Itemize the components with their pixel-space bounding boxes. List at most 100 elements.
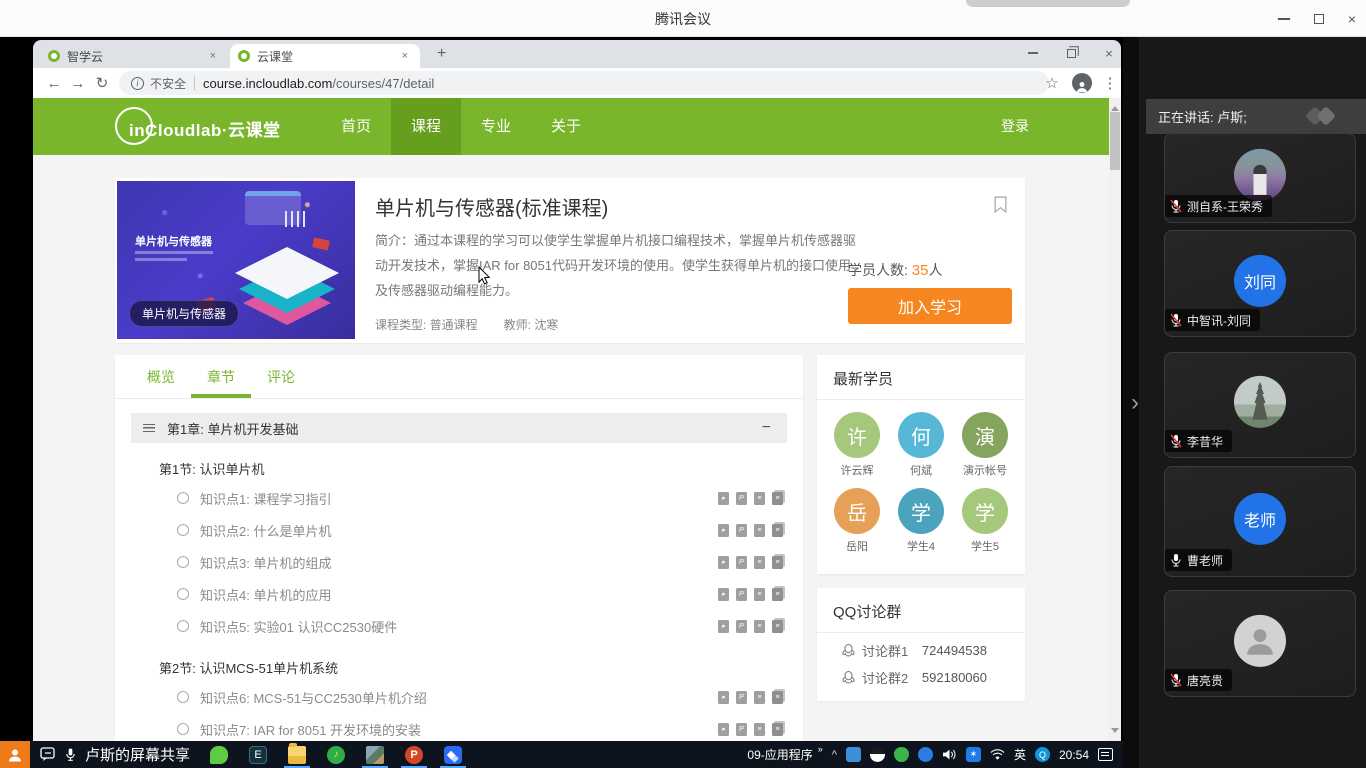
tencent-meeting-icon[interactable] xyxy=(440,742,466,767)
doc-file-icon[interactable] xyxy=(754,524,765,537)
taskbar-group-label[interactable]: 09-应用程序» xyxy=(747,746,822,763)
menu-dots-icon[interactable]: ⋮ xyxy=(1099,72,1121,94)
participant-video-tile[interactable]: 刘同 中智讯-刘同 xyxy=(1164,230,1356,337)
tab-close-icon[interactable]: × xyxy=(206,48,220,64)
new-tab-button[interactable]: + xyxy=(431,45,452,63)
student-avatar[interactable]: 学 xyxy=(962,488,1008,534)
browser-minimize-button[interactable] xyxy=(1018,40,1048,66)
minimize-icon[interactable] xyxy=(1278,18,1290,20)
ppt-file-icon[interactable] xyxy=(736,588,747,601)
video-file-icon[interactable] xyxy=(718,524,729,537)
ppt-file-icon[interactable] xyxy=(736,691,747,704)
knowledge-point-label[interactable]: 知识点3: 单片机的组成 xyxy=(200,553,331,572)
student-avatar[interactable]: 何 xyxy=(898,412,944,458)
student-item[interactable]: 学 学生4 xyxy=(889,488,953,554)
student-item[interactable]: 学 学生5 xyxy=(953,488,1017,554)
browser-close-button[interactable]: × xyxy=(1094,40,1121,66)
file-explorer-icon[interactable] xyxy=(284,742,310,767)
share-mic-icon[interactable] xyxy=(64,747,77,762)
nav-item-courses[interactable]: 课程 xyxy=(391,98,461,155)
browser-tab-zhixueyun[interactable]: 智学云 × xyxy=(40,44,228,68)
wechat-icon[interactable] xyxy=(206,742,232,767)
scroll-down-icon[interactable] xyxy=(1111,728,1119,737)
tab-comments[interactable]: 评论 xyxy=(251,355,311,398)
quiz-file-icon[interactable] xyxy=(772,492,783,505)
site-logo-text[interactable]: inCloudlab·云课堂 xyxy=(129,116,280,141)
student-item[interactable]: 岳 岳阳 xyxy=(825,488,889,554)
student-item[interactable]: 许 许云辉 xyxy=(825,412,889,478)
ppt-file-icon[interactable] xyxy=(736,723,747,736)
doc-file-icon[interactable] xyxy=(754,620,765,633)
back-icon[interactable]: ← xyxy=(43,72,65,94)
video-file-icon[interactable] xyxy=(718,492,729,505)
knowledge-point-label[interactable]: 知识点6: MCS-51与CC2530单片机介绍 xyxy=(200,688,427,707)
ppt-file-icon[interactable] xyxy=(736,492,747,505)
doc-file-icon[interactable] xyxy=(754,723,765,736)
student-item[interactable]: 演 演示帐号 xyxy=(953,412,1017,478)
browser-tab-yunketang[interactable]: 云课堂 × xyxy=(230,44,420,68)
chapter-header[interactable]: 第1章: 单片机开发基础 − xyxy=(131,413,787,443)
student-item[interactable]: 何 何斌 xyxy=(889,412,953,478)
notification-center-icon[interactable] xyxy=(1098,748,1113,761)
volume-icon[interactable] xyxy=(942,748,957,761)
qq-browser-tray-icon[interactable]: Q xyxy=(1035,747,1050,762)
qq-group-name[interactable]: 讨论群1 xyxy=(862,641,908,660)
tray-expand-icon[interactable]: ^ xyxy=(832,749,837,761)
student-avatar[interactable]: 岳 xyxy=(834,488,880,534)
doc-file-icon[interactable] xyxy=(754,588,765,601)
wifi-icon[interactable] xyxy=(990,749,1005,761)
taskbar-clock[interactable]: 20:54 xyxy=(1059,748,1089,762)
knowledge-point-label[interactable]: 知识点5: 实验01 认识CC2530硬件 xyxy=(200,617,397,636)
share-chat-icon[interactable] xyxy=(40,747,56,762)
student-avatar[interactable]: 许 xyxy=(834,412,880,458)
qq-tray-icon[interactable] xyxy=(870,747,885,762)
ime-language-indicator[interactable]: 英 xyxy=(1014,746,1026,763)
editor-app-icon[interactable]: E xyxy=(245,742,271,767)
bookmark-icon[interactable] xyxy=(994,196,1007,213)
quiz-file-icon[interactable] xyxy=(772,524,783,537)
student-avatar[interactable]: 学 xyxy=(898,488,944,534)
music-app-icon[interactable]: ♪ xyxy=(323,742,349,767)
nav-item-home[interactable]: 首页 xyxy=(321,98,391,155)
forward-icon[interactable]: → xyxy=(67,72,89,94)
student-avatar[interactable]: 演 xyxy=(962,412,1008,458)
participant-video-tile[interactable]: 李昔华 xyxy=(1164,352,1356,458)
tim-tray-icon[interactable]: ✶ xyxy=(966,747,981,762)
course-cover-image[interactable]: 单片机与传感器 单片机与传感器 xyxy=(117,181,355,339)
video-file-icon[interactable] xyxy=(718,556,729,569)
knowledge-point-label[interactable]: 知识点7: IAR for 8051 开发环境的安装 xyxy=(200,720,421,739)
ppt-file-icon[interactable] xyxy=(736,524,747,537)
panel-collapse-icon[interactable]: › xyxy=(1131,389,1139,417)
qq-group-name[interactable]: 讨论群2 xyxy=(862,668,908,687)
scrollbar-thumb[interactable] xyxy=(1110,112,1120,170)
video-file-icon[interactable] xyxy=(718,588,729,601)
join-course-button[interactable]: 加入学习 xyxy=(848,288,1012,324)
page-info-icon[interactable]: i xyxy=(131,77,144,90)
screen-share-person-icon[interactable] xyxy=(0,741,30,768)
quiz-file-icon[interactable] xyxy=(772,620,783,633)
collapse-icon[interactable]: − xyxy=(758,419,775,437)
close-icon[interactable]: × xyxy=(1348,12,1356,26)
video-file-icon[interactable] xyxy=(718,620,729,633)
participant-video-tile[interactable]: 老师 曹老师 xyxy=(1164,466,1356,577)
nav-item-about[interactable]: 关于 xyxy=(531,98,601,155)
quiz-file-icon[interactable] xyxy=(772,691,783,704)
url-input[interactable]: i 不安全 course.incloudlab.com /courses/47/… xyxy=(119,71,1049,95)
powerpoint-icon[interactable]: P xyxy=(401,742,427,767)
doc-file-icon[interactable] xyxy=(754,556,765,569)
participant-video-tile[interactable]: 测自系-王荣秀 xyxy=(1164,133,1356,223)
tab-chapters[interactable]: 章节 xyxy=(191,355,251,398)
browser-restore-button[interactable] xyxy=(1056,40,1086,66)
bookmark-star-icon[interactable]: ☆ xyxy=(1041,72,1063,94)
quiz-file-icon[interactable] xyxy=(772,723,783,736)
video-file-icon[interactable] xyxy=(718,723,729,736)
browser-tray-icon[interactable] xyxy=(918,747,933,762)
scroll-up-icon[interactable] xyxy=(1111,102,1119,111)
page-scrollbar[interactable] xyxy=(1109,98,1121,741)
reload-icon[interactable]: ↻ xyxy=(91,72,113,94)
tab-close-icon[interactable]: × xyxy=(398,48,412,64)
doc-file-icon[interactable] xyxy=(754,492,765,505)
knowledge-point-label[interactable]: 知识点4: 单片机的应用 xyxy=(200,585,331,604)
usb-tray-icon[interactable] xyxy=(846,747,861,762)
login-link[interactable]: 登录 xyxy=(1001,98,1029,155)
